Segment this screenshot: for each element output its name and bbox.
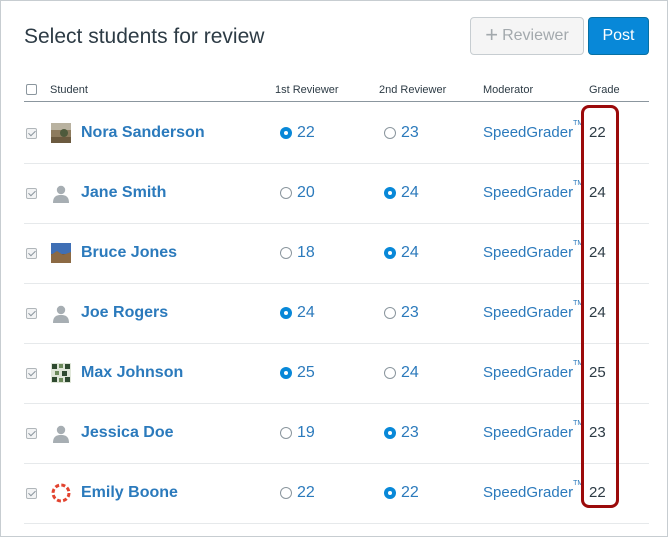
first-reviewer-radio[interactable] [280,367,292,379]
first-reviewer-radio[interactable] [280,487,292,499]
row-divider [24,463,649,464]
student-avatar [51,183,71,203]
speedgrader-link[interactable]: SpeedGraderTM [483,480,583,501]
first-reviewer-radio[interactable] [280,427,292,439]
first-reviewer-score: 22 [297,124,315,141]
second-reviewer-score: 22 [401,484,419,501]
second-reviewer-score: 24 [401,244,419,261]
first-reviewer-radio[interactable] [280,127,292,139]
column-header-moderator: Moderator [483,84,534,96]
header-divider [24,101,649,102]
student-avatar [51,123,71,143]
row-divider [24,403,649,404]
second-reviewer-radio[interactable] [384,307,396,319]
student-avatar [51,243,71,263]
dialog-frame: Select students for review + Reviewer Po… [0,0,668,537]
column-header-second-reviewer: 2nd Reviewer [379,84,447,96]
grade-value: 24 [589,184,606,201]
trademark-mark: TM [573,420,584,427]
grade-value: 22 [589,484,606,501]
column-header-student: Student [50,84,88,96]
first-reviewer-score: 20 [297,184,315,201]
speedgrader-link[interactable]: SpeedGraderTM [483,420,583,441]
student-avatar [51,363,71,383]
speedgrader-label: SpeedGrader [483,424,574,441]
speedgrader-link[interactable]: SpeedGraderTM [483,120,583,141]
trademark-mark: TM [573,480,584,487]
grade-value: 24 [589,304,606,321]
column-header-grade: Grade [589,84,620,96]
speedgrader-link[interactable]: SpeedGraderTM [483,300,583,321]
student-select-checkbox[interactable] [26,188,37,199]
trademark-mark: TM [573,300,584,307]
grade-value: 23 [589,424,606,441]
student-avatar [51,423,71,443]
second-reviewer-radio[interactable] [384,247,396,259]
trademark-mark: TM [573,180,584,187]
row-divider [24,163,649,164]
second-reviewer-score: 23 [401,304,419,321]
row-divider [24,223,649,224]
row-divider [24,523,649,524]
student-name-link[interactable]: Bruce Jones [81,244,177,262]
speedgrader-label: SpeedGrader [483,184,574,201]
first-reviewer-radio[interactable] [280,187,292,199]
speedgrader-label: SpeedGrader [483,304,574,321]
student-select-checkbox[interactable] [26,128,37,139]
second-reviewer-radio[interactable] [384,427,396,439]
student-name-link[interactable]: Max Johnson [81,364,183,382]
student-name-link[interactable]: Emily Boone [81,484,178,502]
first-reviewer-score: 24 [297,304,315,321]
second-reviewer-radio[interactable] [384,187,396,199]
student-select-checkbox[interactable] [26,308,37,319]
row-divider [24,283,649,284]
speedgrader-link[interactable]: SpeedGraderTM [483,240,583,261]
second-reviewer-score: 24 [401,184,419,201]
page-title: Select students for review [24,25,265,48]
first-reviewer-score: 18 [297,244,315,261]
trademark-mark: TM [573,360,584,367]
speedgrader-link[interactable]: SpeedGraderTM [483,360,583,381]
speedgrader-label: SpeedGrader [483,124,574,141]
speedgrader-label: SpeedGrader [483,364,574,381]
grade-value: 24 [589,244,606,261]
plus-icon: + [485,22,499,47]
second-reviewer-radio[interactable] [384,367,396,379]
student-name-link[interactable]: Joe Rogers [81,304,168,322]
first-reviewer-score: 19 [297,424,315,441]
second-reviewer-radio[interactable] [384,127,396,139]
grade-value: 22 [589,124,606,141]
student-avatar [51,483,71,503]
row-divider [24,343,649,344]
student-name-link[interactable]: Jane Smith [81,184,166,202]
select-all-checkbox[interactable] [26,84,37,95]
first-reviewer-score: 22 [297,484,315,501]
student-select-checkbox[interactable] [26,428,37,439]
first-reviewer-score: 25 [297,364,315,381]
first-reviewer-radio[interactable] [280,247,292,259]
second-reviewer-score: 23 [401,424,419,441]
second-reviewer-score: 24 [401,364,419,381]
add-reviewer-button[interactable]: + Reviewer [470,17,584,55]
student-name-link[interactable]: Nora Sanderson [81,124,205,142]
trademark-mark: TM [573,120,584,127]
student-avatar [51,303,71,323]
student-name-link[interactable]: Jessica Doe [81,424,174,442]
student-select-checkbox[interactable] [26,368,37,379]
add-reviewer-label: Reviewer [502,27,569,44]
post-button[interactable]: Post [588,17,649,55]
speedgrader-label: SpeedGrader [483,244,574,261]
second-reviewer-radio[interactable] [384,487,396,499]
column-header-first-reviewer: 1st Reviewer [275,84,339,96]
trademark-mark: TM [573,240,584,247]
first-reviewer-radio[interactable] [280,307,292,319]
grade-value: 25 [589,364,606,381]
speedgrader-label: SpeedGrader [483,484,574,501]
speedgrader-link[interactable]: SpeedGraderTM [483,180,583,201]
student-select-checkbox[interactable] [26,248,37,259]
student-select-checkbox[interactable] [26,488,37,499]
second-reviewer-score: 23 [401,124,419,141]
